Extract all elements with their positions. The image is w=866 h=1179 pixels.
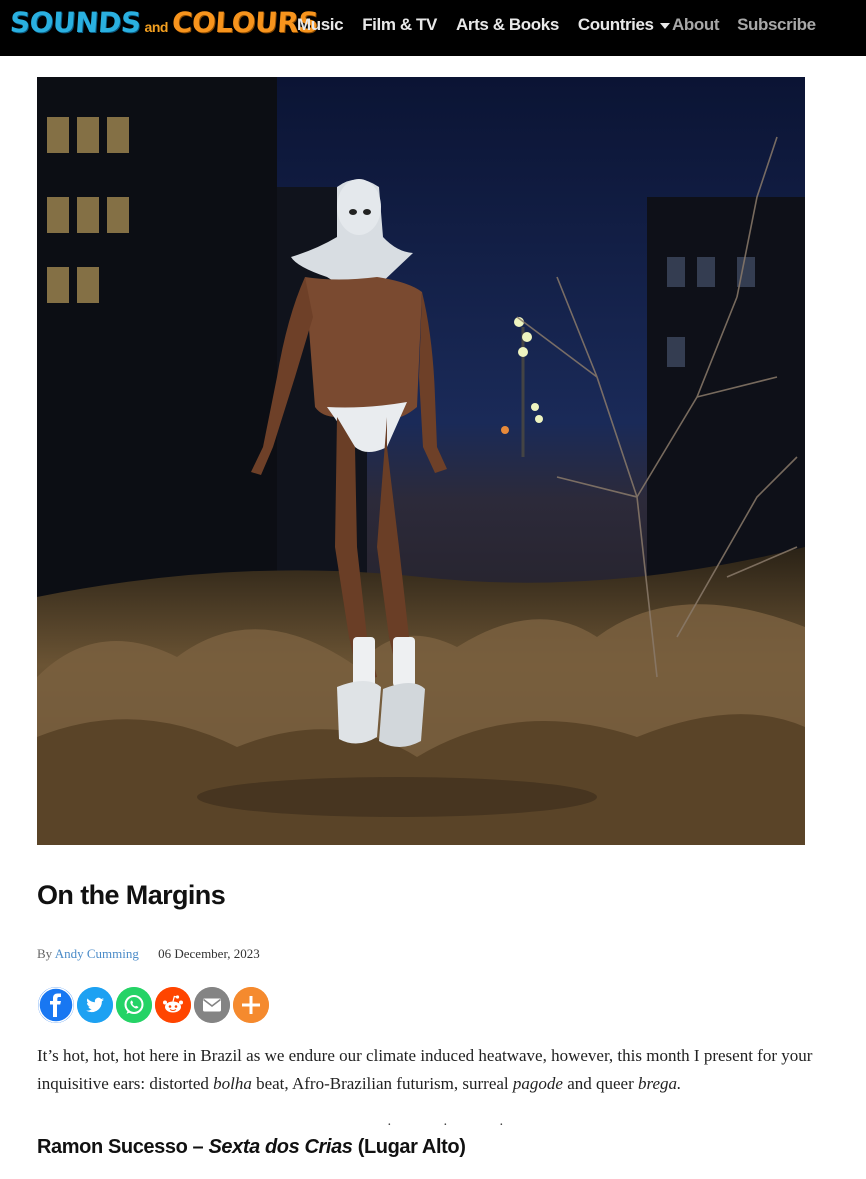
main-menu: Music Film & TV Arts & Books Countries (297, 0, 689, 50)
subhead-artist: Ramon Sucesso – (37, 1136, 209, 1158)
section-heading: Ramon Sucesso – Sexta dos Crias (Lugar A… (37, 1136, 466, 1159)
nav-subscribe[interactable]: Subscribe (737, 15, 816, 35)
nav-music[interactable]: Music (297, 15, 344, 35)
lead-em-brega: brega. (638, 1074, 682, 1093)
featured-photo (37, 77, 805, 845)
nav-film-tv[interactable]: Film & TV (362, 15, 437, 35)
twitter-share-button[interactable] (77, 987, 113, 1023)
byline-prefix: By (37, 946, 53, 961)
subhead-release: Sexta dos Crias (208, 1136, 353, 1158)
reddit-icon (155, 987, 191, 1023)
separator-dot: · (443, 1118, 448, 1133)
separator-dot: · (499, 1118, 504, 1133)
email-icon (194, 987, 230, 1023)
article-meta: By Andy Cumming 06 December, 2023 (37, 946, 260, 962)
whatsapp-icon (116, 987, 152, 1023)
article-lead-paragraph: It’s hot, hot, hot here in Brazil as we … (37, 1042, 849, 1098)
publish-date: 06 December, 2023 (158, 946, 260, 961)
more-share-button[interactable] (233, 987, 269, 1023)
email-share-button[interactable] (194, 987, 230, 1023)
lead-em-pagode: pagode (512, 1074, 563, 1093)
nav-countries-label: Countries (577, 15, 654, 34)
twitter-icon (77, 987, 113, 1023)
reddit-share-button[interactable] (155, 987, 191, 1023)
separator-dot: · (387, 1118, 392, 1133)
whatsapp-share-button[interactable] (116, 987, 152, 1023)
site-logo[interactable]: SOUNDS and COLOURS (8, 6, 319, 46)
more-icon (233, 987, 269, 1023)
nav-countries[interactable]: Countries (578, 15, 670, 35)
nav-about[interactable]: About (672, 15, 719, 35)
secondary-menu: About Subscribe (672, 0, 834, 50)
lead-em-bolha: bolha (213, 1074, 252, 1093)
share-buttons (38, 987, 269, 1023)
chevron-down-icon (659, 22, 670, 29)
article-featured-image (37, 77, 805, 845)
logo-word-sounds: SOUNDS (8, 6, 142, 39)
top-navigation-bar: SOUNDS and COLOURS Music Film & TV Arts … (0, 0, 866, 56)
facebook-icon (38, 987, 74, 1023)
lead-text-3: and queer (562, 1074, 639, 1093)
subhead-label: (Lugar Alto) (352, 1136, 466, 1158)
nav-arts-books[interactable]: Arts & Books (456, 15, 559, 35)
logo-word-and: and (144, 19, 169, 35)
article-title: On the Margins (37, 880, 226, 910)
lead-text-2: beat, Afro-Brazilian futurism, surreal (251, 1074, 513, 1093)
author-link[interactable]: Andy Cumming (55, 946, 139, 961)
facebook-share-button[interactable] (38, 987, 74, 1023)
